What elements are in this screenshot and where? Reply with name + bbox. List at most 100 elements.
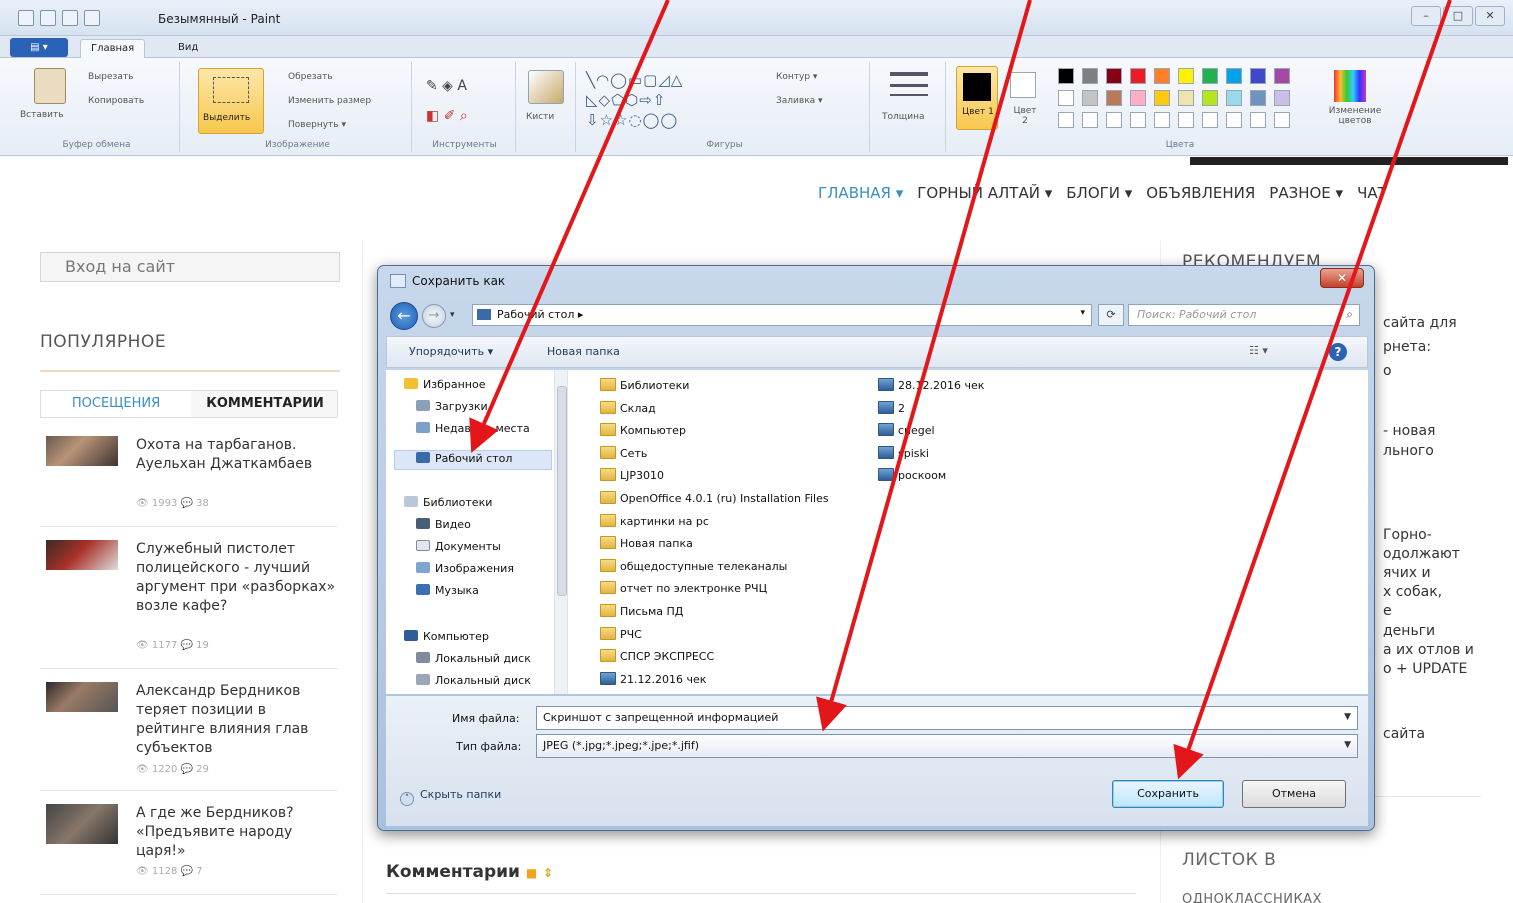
nav-item-desktop[interactable]: Рабочий стол xyxy=(416,452,512,465)
nav-item-pictures[interactable]: Изображения xyxy=(416,562,514,575)
recommend-text[interactable]: Горно- xyxy=(1383,526,1432,545)
palette-color-swatch[interactable] xyxy=(1250,68,1266,84)
list-item[interactable]: Охота на тарбаганов. Ауельхан Джаткамбае… xyxy=(46,436,338,526)
maximize-button[interactable]: □ xyxy=(1443,6,1473,26)
post-thumbnail[interactable] xyxy=(46,682,118,712)
palette-color-swatch[interactable] xyxy=(1058,90,1074,106)
palette-custom-swatch[interactable] xyxy=(1274,112,1290,128)
color2-swatch[interactable] xyxy=(1010,72,1036,98)
recent-locations-dropdown[interactable]: ▾ xyxy=(450,310,455,320)
file-list-item[interactable]: Библиотеки xyxy=(600,378,689,392)
chevron-down-icon[interactable]: ▼ xyxy=(1344,740,1351,750)
nav-item-video[interactable]: Видео xyxy=(416,518,471,531)
tab-home[interactable]: Главная xyxy=(80,39,146,58)
outline-button[interactable]: Контур ▾ xyxy=(776,72,817,82)
nav-item-libraries[interactable]: Библиотеки xyxy=(404,496,492,509)
file-list-item[interactable]: Компьютер xyxy=(600,423,686,437)
nav-blogs[interactable]: БЛОГИ ▾ xyxy=(1066,184,1132,210)
dialog-close-button[interactable]: ✕ xyxy=(1320,268,1364,288)
post-title[interactable]: Александр Бердников теряет позиции в рей… xyxy=(136,682,336,758)
address-bar[interactable]: Рабочий стол ▸ ▾ xyxy=(472,304,1092,326)
file-list-item[interactable]: РЧС xyxy=(600,626,642,641)
palette-color-swatch[interactable] xyxy=(1082,90,1098,106)
nav-misc[interactable]: РАЗНОЕ ▾ xyxy=(1269,184,1343,210)
filename-input[interactable]: Скриншот с запрещенной информацией ▼ xyxy=(536,706,1358,730)
login-button[interactable]: Вход на сайт xyxy=(40,252,340,282)
size-button[interactable]: Толщина xyxy=(882,112,924,122)
post-thumbnail[interactable] xyxy=(46,540,118,570)
chevron-down-icon[interactable]: ▼ xyxy=(1344,712,1351,722)
palette-custom-swatch[interactable] xyxy=(1130,112,1146,128)
cancel-button[interactable]: Отмена xyxy=(1242,780,1346,808)
pencil-icon[interactable]: ✎ ◈ A xyxy=(426,78,467,94)
recommend-text[interactable]: деньги xyxy=(1383,622,1435,641)
nav-item-music[interactable]: Музыка xyxy=(416,584,479,597)
palette-custom-swatch[interactable] xyxy=(1202,112,1218,128)
shapes-gallery[interactable]: ╲◠◯▭▢◿△ ◺◇⬠⬡⇨⇧ ⇩☆☆◌◯◯ xyxy=(586,70,683,130)
nav-item-downloads[interactable]: Загрузки xyxy=(416,400,488,413)
recommend-text[interactable]: е xyxy=(1383,602,1392,621)
resize-button[interactable]: Изменить размер xyxy=(288,96,371,106)
help-icon[interactable]: ? xyxy=(1329,343,1347,361)
file-list-item[interactable]: spiski xyxy=(878,445,929,460)
nav-item-recent[interactable]: Недавние места xyxy=(416,422,530,435)
recommend-text[interactable]: ячих и xyxy=(1383,564,1431,583)
nav-chat[interactable]: ЧАТ xyxy=(1357,184,1387,210)
file-list-item[interactable]: Письма ПД xyxy=(600,604,683,618)
fill-button[interactable]: Заливка ▾ xyxy=(776,96,823,106)
sort-icon[interactable]: ⇕ xyxy=(543,866,553,880)
file-list-item[interactable]: cnegel xyxy=(878,423,935,437)
file-list-item[interactable]: Склад xyxy=(600,400,656,415)
post-title[interactable]: А где же Бердников? «Предъявите народу ц… xyxy=(136,804,336,861)
cut-button[interactable]: Вырезать xyxy=(88,72,133,82)
recommend-text[interactable]: одолжают xyxy=(1383,545,1460,564)
file-list-item[interactable]: роскоом xyxy=(878,468,946,482)
file-list-item[interactable]: общедоступные телеканалы xyxy=(600,558,787,573)
refresh-button[interactable]: ⟳ xyxy=(1098,304,1124,326)
palette-color-swatch[interactable] xyxy=(1154,68,1170,84)
nav-item-computer[interactable]: Компьютер xyxy=(404,630,489,643)
tab-comments[interactable]: КОММЕНТАРИИ xyxy=(193,391,337,417)
brushes-button[interactable]: Кисти xyxy=(526,112,554,122)
color1-button[interactable]: Цвет 1 xyxy=(956,66,998,130)
brush-icon[interactable] xyxy=(528,70,564,104)
forward-button[interactable]: → xyxy=(422,304,446,328)
palette-custom-swatch[interactable] xyxy=(1250,112,1266,128)
file-list-item[interactable]: картинки на рс xyxy=(600,513,709,528)
close-button[interactable]: ✕ xyxy=(1475,6,1505,26)
palette-color-swatch[interactable] xyxy=(1226,68,1242,84)
nav-ads[interactable]: ОБЪЯВЛЕНИЯ xyxy=(1146,184,1255,210)
rotate-button[interactable]: Повернуть ▾ xyxy=(288,120,346,130)
file-list-item[interactable]: Сеть xyxy=(600,445,647,460)
tab-visits[interactable]: ПОСЕЩЕНИЯ xyxy=(41,391,191,417)
edit-colors-button[interactable]: Изменение цветов xyxy=(1320,106,1390,126)
nav-scrollbar[interactable] xyxy=(554,370,567,694)
nav-scrollbar-thumb[interactable] xyxy=(557,386,567,596)
file-list-item[interactable]: 2 xyxy=(878,400,905,415)
recommend-text[interactable]: о xyxy=(1383,362,1392,381)
nav-item-local-disk[interactable]: Локальный диск xyxy=(416,652,531,665)
palette-color-swatch[interactable] xyxy=(1178,68,1194,84)
select-button[interactable]: Выделить xyxy=(198,68,264,134)
recommend-text[interactable]: х собак, xyxy=(1383,583,1442,602)
minimize-button[interactable]: – xyxy=(1411,6,1441,26)
palette-color-swatch[interactable] xyxy=(1250,90,1266,106)
crop-button[interactable]: Обрезать xyxy=(288,72,333,82)
palette-color-swatch[interactable] xyxy=(1226,90,1242,106)
file-list-item[interactable]: 21.12.2016 чек xyxy=(600,671,706,686)
palette-color-swatch[interactable] xyxy=(1106,68,1122,84)
palette-color-swatch[interactable] xyxy=(1178,90,1194,106)
view-options-button[interactable]: ☷ ▾ xyxy=(1249,344,1268,357)
new-folder-button[interactable]: Новая папка xyxy=(547,345,620,358)
redo-icon[interactable] xyxy=(84,10,100,26)
save-button[interactable]: Сохранить xyxy=(1112,780,1224,808)
palette-color-swatch[interactable] xyxy=(1274,90,1290,106)
file-list-item[interactable]: OpenOffice 4.0.1 (ru) Installation Files xyxy=(600,491,829,505)
palette-custom-swatch[interactable] xyxy=(1226,112,1242,128)
size-icon[interactable] xyxy=(890,72,928,76)
recommend-text[interactable]: льного xyxy=(1383,442,1434,461)
palette-color-swatch[interactable] xyxy=(1130,90,1146,106)
nav-item-local-disk[interactable]: Локальный диск xyxy=(416,674,531,687)
undo-icon[interactable] xyxy=(62,10,78,26)
paint-menu-button[interactable]: ▤ ▾ xyxy=(10,38,68,57)
